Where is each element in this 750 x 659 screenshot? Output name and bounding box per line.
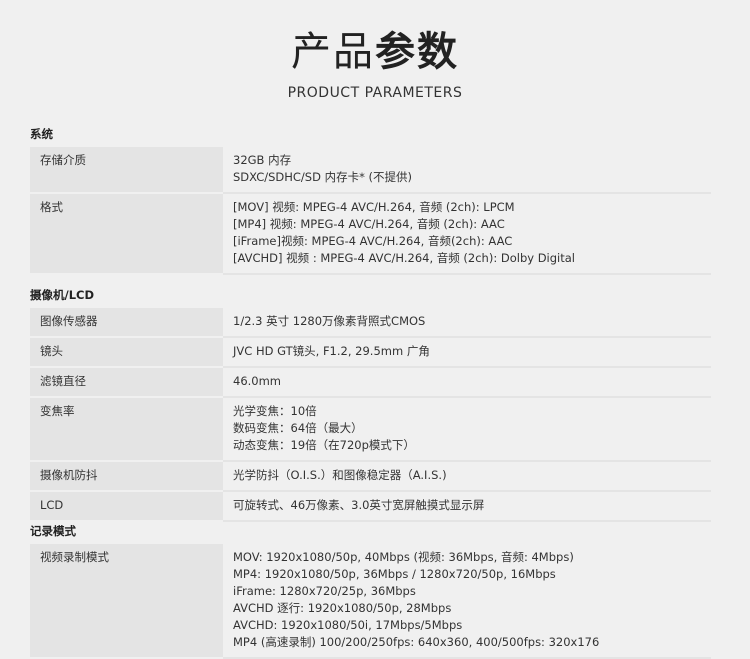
- spec-key: 存储介质: [30, 147, 223, 194]
- spec-key: 摄像机防抖: [30, 461, 223, 492]
- section-title-system: 系统: [30, 127, 53, 141]
- spec-table-system: 存储介质 32GB 内存 SDXC/SDHC/SD 内存卡* (不提供) 格式 …: [30, 147, 711, 275]
- table-row: 摄像机防抖 光学防抖（O.I.S.）和图像稳定器（A.I.S.): [30, 461, 711, 492]
- spec-value-line: [MP4] 视频: MPEG-4 AVC/H.264, 音频 (2ch): AA…: [233, 217, 505, 231]
- spec-key: 视频录制模式: [30, 544, 223, 659]
- spec-value-line: MOV: 1920x1080/50p, 40Mbps (视频: 36Mbps, …: [233, 550, 574, 564]
- title-light: 产品: [291, 29, 375, 75]
- spec-value-line: 数码变焦：64倍（最大）: [233, 421, 363, 435]
- page-subtitle: PRODUCT PARAMETERS: [287, 85, 463, 101]
- spec-value-line: [AVCHD] 视频 : MPEG-4 AVC/H.264, 音频 (2ch):…: [233, 251, 575, 265]
- spec-key: LCD: [30, 491, 223, 522]
- spec-value: 可旋转式、46万像素、3.0英寸宽屏触摸式显示屏: [223, 491, 711, 522]
- table-row: 存储介质 32GB 内存 SDXC/SDHC/SD 内存卡* (不提供): [30, 147, 711, 194]
- spec-value-line: 光学变焦：10倍: [233, 404, 317, 418]
- page-header: 产品参数 PRODUCT PARAMETERS: [0, 0, 750, 118]
- spec-value-line: 32GB 内存: [233, 153, 292, 167]
- spec-value-line: 动态变焦：19倍（在720p模式下）: [233, 438, 415, 452]
- table-row: 滤镜直径 46.0mm: [30, 367, 711, 398]
- spec-key: 图像传感器: [30, 308, 223, 338]
- spec-value-line: 可旋转式、46万像素、3.0英寸宽屏触摸式显示屏: [233, 498, 485, 512]
- spec-key: 变焦率: [30, 397, 223, 462]
- section-title-recording: 记录模式: [30, 524, 76, 538]
- spec-value-line: MP4: 1920x1080/50p, 36Mbps / 1280x720/50…: [233, 567, 556, 581]
- spec-value-line: SDXC/SDHC/SD 内存卡* (不提供): [233, 170, 412, 184]
- section-title-camera: 摄像机/LCD: [30, 288, 95, 302]
- spec-value-line: 46.0mm: [233, 374, 282, 388]
- table-row: 镜头 JVC HD GT镜头, F1.2, 29.5mm 广角: [30, 337, 711, 368]
- spec-value: [MOV] 视频: MPEG-4 AVC/H.264, 音频 (2ch): LP…: [223, 193, 711, 275]
- spec-value-line: [iFrame]视频: MPEG-4 AVC/H.264, 音频(2ch): A…: [233, 234, 513, 248]
- spec-value-line: 光学防抖（O.I.S.）和图像稳定器（A.I.S.): [233, 468, 447, 482]
- spec-value-line: 1/2.3 英寸 1280万像素背照式CMOS: [233, 314, 426, 328]
- page-title: 产品参数: [0, 28, 750, 76]
- table-row: 视频录制模式 MOV: 1920x1080/50p, 40Mbps (视频: 3…: [30, 544, 711, 659]
- spec-table-recording: 视频录制模式 MOV: 1920x1080/50p, 40Mbps (视频: 3…: [30, 544, 711, 659]
- table-row: LCD 可旋转式、46万像素、3.0英寸宽屏触摸式显示屏: [30, 491, 711, 522]
- spec-value: 光学防抖（O.I.S.）和图像稳定器（A.I.S.): [223, 461, 711, 492]
- spec-key: 格式: [30, 193, 223, 275]
- spec-value-line: AVCHD: 1920x1080/50i, 17Mbps/5Mbps: [233, 618, 463, 632]
- spec-value: 1/2.3 英寸 1280万像素背照式CMOS: [223, 308, 711, 338]
- spec-value: 光学变焦：10倍 数码变焦：64倍（最大） 动态变焦：19倍（在720p模式下）: [223, 397, 711, 462]
- spec-value: JVC HD GT镜头, F1.2, 29.5mm 广角: [223, 337, 711, 368]
- table-row: 图像传感器 1/2.3 英寸 1280万像素背照式CMOS: [30, 308, 711, 338]
- spec-key: 镜头: [30, 337, 223, 368]
- spec-value-line: MP4 (高速录制) 100/200/250fps: 640x360, 400/…: [233, 635, 600, 649]
- spec-key: 滤镜直径: [30, 367, 223, 398]
- spec-table-camera: 图像传感器 1/2.3 英寸 1280万像素背照式CMOS 镜头 JVC HD …: [30, 308, 711, 522]
- spec-value: 32GB 内存 SDXC/SDHC/SD 内存卡* (不提供): [223, 147, 711, 194]
- table-row: 格式 [MOV] 视频: MPEG-4 AVC/H.264, 音频 (2ch):…: [30, 193, 711, 275]
- spec-value-line: AVCHD 逐行: 1920x1080/50p, 28Mbps: [233, 601, 452, 615]
- title-bold: 参数: [375, 29, 459, 75]
- spec-value-line: JVC HD GT镜头, F1.2, 29.5mm 广角: [233, 344, 430, 358]
- spec-value: MOV: 1920x1080/50p, 40Mbps (视频: 36Mbps, …: [223, 544, 711, 659]
- spec-value-line: [MOV] 视频: MPEG-4 AVC/H.264, 音频 (2ch): LP…: [233, 200, 515, 214]
- spec-value-line: iFrame: 1280x720/25p, 36Mbps: [233, 584, 416, 598]
- spec-value: 46.0mm: [223, 367, 711, 398]
- table-row: 变焦率 光学变焦：10倍 数码变焦：64倍（最大） 动态变焦：19倍（在720p…: [30, 397, 711, 462]
